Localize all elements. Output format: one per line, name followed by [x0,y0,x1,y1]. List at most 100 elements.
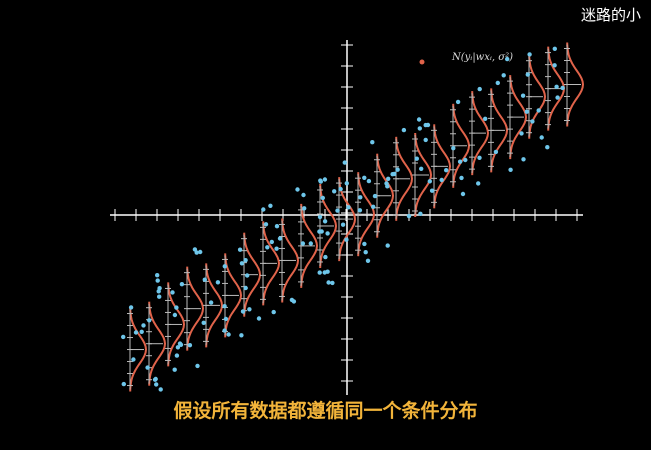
data-point [439,177,444,183]
data-point [423,137,428,143]
data-point [322,177,328,182]
data-point [555,95,560,100]
data-point [340,222,346,227]
data-point [418,211,423,216]
data-point [158,387,163,392]
data-point [363,250,368,255]
data-point [215,280,221,285]
data-point [243,285,248,291]
data-point [320,195,325,201]
data-point [362,175,367,180]
data-point [300,241,306,246]
data-point [308,241,313,246]
data-point [425,122,431,128]
data-point [177,341,183,346]
data-point [141,323,146,328]
data-point [444,168,449,173]
data-point [525,72,530,77]
data-point [274,224,280,229]
data-point [342,160,347,165]
data-point [344,237,349,242]
data-point [495,80,500,86]
data-point [520,93,526,98]
data-point [539,135,544,140]
data-point [170,290,175,295]
data-point [554,84,559,90]
data-point [323,254,328,260]
data-point [414,156,419,161]
data-point [154,382,159,387]
data-point [322,270,327,275]
data-point [155,273,160,278]
video-frame: N(yᵢ|wxᵢ, σ²) 迷路的小 假设所有数据都遵循同一个条件分布 [0,0,651,450]
data-point [192,247,198,252]
data-point [326,280,331,285]
gaussian-curves [127,42,585,392]
highlighted-point [419,59,425,65]
data-point [416,117,422,122]
data-point [325,231,330,236]
data-point [344,181,349,186]
data-point [239,333,244,338]
data-point [427,179,432,184]
data-point [121,334,126,340]
data-point [552,46,557,51]
data-point [239,261,245,266]
data-point [395,167,400,172]
data-point [406,213,412,219]
data-point [346,205,351,210]
data-point [358,195,363,200]
subtitle-caption: 假设所有数据都遵循同一个条件分布 [173,400,478,422]
data-point [226,332,231,337]
data-point [133,330,139,335]
data-point [274,246,279,251]
data-point [552,63,557,68]
data-point [366,178,372,184]
data-point [330,280,335,286]
data-point [155,278,160,283]
data-point [463,157,468,163]
data-point [263,222,269,227]
data-point [335,208,340,213]
data-point [277,236,283,241]
data-point [265,245,270,250]
data-point [318,179,323,184]
data-point [419,166,424,171]
data-point [372,193,378,199]
data-point [139,329,144,334]
data-point [271,309,276,315]
data-point [247,307,252,312]
data-point [245,273,250,278]
data-point [317,229,322,234]
data-point [256,316,262,321]
data-point [451,146,456,151]
data-point [301,192,306,198]
data-point [493,149,499,155]
data-point [477,155,482,160]
data-point [174,305,179,310]
data-point [536,108,541,113]
data-point [332,189,337,194]
data-point [524,109,529,114]
data-point [477,86,482,92]
data-point [187,343,193,348]
data-point [417,126,422,131]
data-point [128,305,134,310]
data-point [302,206,307,211]
data-point [147,318,152,323]
distribution-formula: N(yᵢ|wxᵢ, σ²) [452,52,513,63]
data-point [222,304,227,309]
data-point [152,377,158,382]
data-point [179,282,185,287]
data-point [545,145,550,150]
data-point [295,187,300,192]
data-point [476,181,481,186]
data-point [157,286,162,291]
data-point [385,184,390,189]
data-point [202,277,207,282]
data-point [338,186,343,192]
data-point [208,300,214,305]
data-point [317,214,323,220]
data-point [386,176,391,181]
data-point [222,328,227,333]
